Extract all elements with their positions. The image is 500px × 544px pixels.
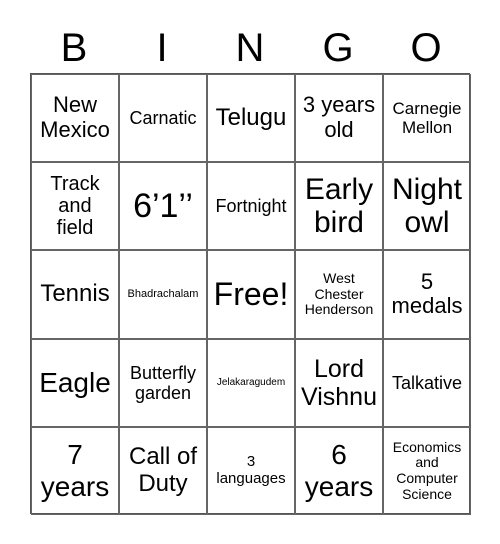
- header-letter: B: [60, 26, 88, 70]
- bingo-header: B I N G O: [30, 24, 470, 72]
- bingo-cell[interactable]: Call of Duty: [119, 426, 207, 515]
- bingo-cell[interactable]: 6’1’’: [119, 162, 207, 251]
- bingo-cell[interactable]: Economics and Computer Science: [383, 426, 471, 515]
- bingo-cell[interactable]: Telugu: [207, 74, 295, 163]
- bingo-cell[interactable]: West Chester Henderson: [295, 250, 383, 339]
- bingo-cell[interactable]: Butterfly garden: [119, 338, 207, 427]
- bingo-cell[interactable]: Talkative: [383, 338, 471, 427]
- bingo-cell[interactable]: 7 years: [31, 426, 119, 515]
- header-letter: I: [156, 26, 168, 70]
- bingo-cell[interactable]: Track and field: [31, 162, 119, 251]
- header-letter: G: [322, 26, 354, 70]
- bingo-cell[interactable]: Night owl: [383, 162, 471, 251]
- bingo-cell[interactable]: New Mexico: [31, 74, 119, 163]
- bingo-cell[interactable]: Jelakaragudem: [207, 338, 295, 427]
- bingo-cell[interactable]: Bhadrachalam: [119, 250, 207, 339]
- free-space[interactable]: Free!: [207, 250, 295, 339]
- bingo-cell[interactable]: Lord Vishnu: [295, 338, 383, 427]
- bingo-cell[interactable]: 3 languages: [207, 426, 295, 515]
- header-letter: O: [410, 26, 442, 70]
- bingo-cell[interactable]: Tennis: [31, 250, 119, 339]
- bingo-cell[interactable]: Fortnight: [207, 162, 295, 251]
- bingo-cell[interactable]: Eagle: [31, 338, 119, 427]
- bingo-cell[interactable]: 3 years old: [295, 74, 383, 163]
- header-letter: N: [235, 26, 265, 70]
- bingo-grid: New Mexico Carnatic Telugu 3 years old C…: [30, 73, 471, 515]
- bingo-cell[interactable]: Carnegie Mellon: [383, 74, 471, 163]
- bingo-cell[interactable]: 5 medals: [383, 250, 471, 339]
- bingo-cell[interactable]: Early bird: [295, 162, 383, 251]
- bingo-cell[interactable]: 6 years: [295, 426, 383, 515]
- bingo-cell[interactable]: Carnatic: [119, 74, 207, 163]
